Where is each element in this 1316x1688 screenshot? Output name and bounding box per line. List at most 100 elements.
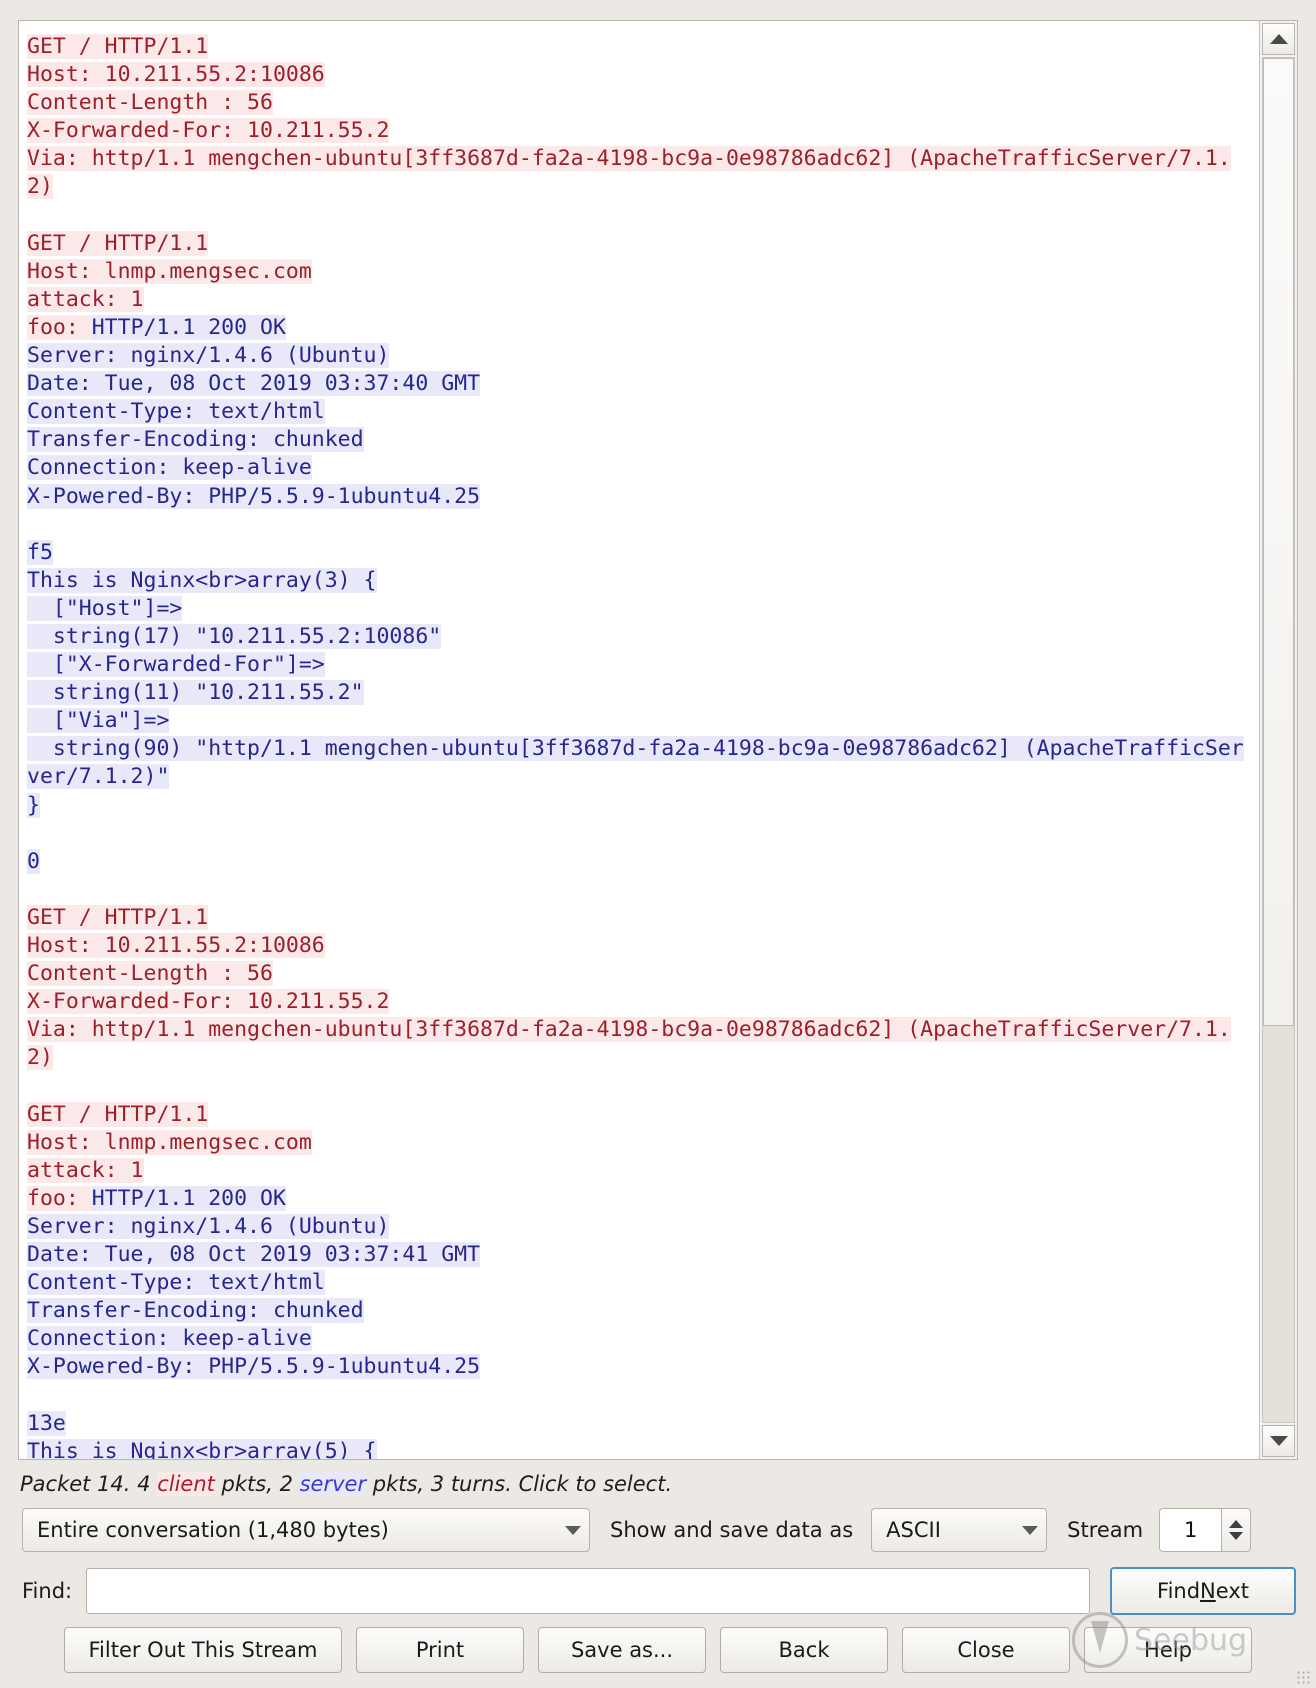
stream-content-panel: GET / HTTP/1.1 Host: 10.211.55.2:10086 Con… <box>18 20 1298 1460</box>
stream-number-value: 1 <box>1183 1518 1198 1542</box>
server-text-segment: string(90) "http/1.1 mengchen-ubuntu[3ff… <box>27 736 1244 790</box>
vertical-scrollbar[interactable] <box>1259 21 1297 1459</box>
find-next-button[interactable]: Find Next <box>1110 1567 1296 1615</box>
server-text-segment: X-Powered-By: PHP/5.5.9-1ubuntu4.25 <box>27 483 481 509</box>
filter-out-this-stream-button[interactable]: Filter Out This Stream <box>64 1627 342 1673</box>
stream-line: GET / HTTP/1.1 <box>27 1101 1253 1129</box>
stepper-up-icon[interactable] <box>1229 1520 1244 1528</box>
find-input[interactable] <box>86 1568 1090 1614</box>
client-text-segment: attack: 1 <box>27 1157 144 1183</box>
server-text-segment: } <box>27 792 40 818</box>
server-text-segment: 0 <box>27 848 40 874</box>
server-text-segment: Date: Tue, 08 Oct 2019 03:37:40 GMT <box>27 371 481 397</box>
server-text-segment: f5 <box>27 539 53 565</box>
stream-line: Date: Tue, 08 Oct 2019 03:37:41 GMT <box>27 1241 1253 1269</box>
server-text-segment: This is Nginx<br>array(3) { <box>27 567 377 593</box>
server-text-segment: ["Via"]=> <box>27 708 170 734</box>
server-text-segment: string(11) "10.211.55.2" <box>27 680 364 706</box>
stream-text-area[interactable]: GET / HTTP/1.1 Host: 10.211.55.2:10086 Con… <box>19 21 1259 1459</box>
status-client-word: client <box>157 1472 215 1496</box>
stream-label: Stream <box>1067 1518 1144 1542</box>
server-text-segment: 13e <box>27 1410 66 1436</box>
find-row: Find: Find Next <box>22 1567 1296 1615</box>
stream-line: Host: lnmp.mengsec.com <box>27 258 1253 286</box>
dialog-button-row: Filter Out This Stream Print Save as... … <box>0 1627 1316 1673</box>
stream-line: Content-Length : 56 <box>27 960 1253 988</box>
stream-line: Date: Tue, 08 Oct 2019 03:37:40 GMT <box>27 370 1253 398</box>
client-text-segment: Content-Length : 56 <box>27 961 273 987</box>
stream-line: string(17) "10.211.55.2:10086" <box>27 623 1253 651</box>
show-save-data-as-label: Show and save data as <box>610 1518 854 1542</box>
close-button[interactable]: Close <box>902 1627 1070 1673</box>
scroll-up-button[interactable] <box>1262 23 1295 55</box>
client-text-segment: foo: <box>27 1185 92 1211</box>
back-button[interactable]: Back <box>720 1627 888 1673</box>
stream-line: ["Via"]=> <box>27 707 1253 735</box>
stream-line <box>27 1382 1253 1410</box>
scrollbar-trough[interactable] <box>1262 57 1295 1423</box>
chevron-down-icon <box>565 1525 581 1535</box>
find-next-prefix: Find <box>1157 1579 1201 1603</box>
stream-line: Transfer-Encoding: chunked <box>27 1297 1253 1325</box>
save-as-button[interactable]: Save as... <box>538 1627 706 1673</box>
arrow-down-icon <box>1269 1436 1288 1446</box>
stream-line: X-Forwarded-For: 10.211.55.2 <box>27 988 1253 1016</box>
stream-line: Content-Type: text/html <box>27 398 1253 426</box>
stream-line: This is Nginx<br>array(3) { <box>27 567 1253 595</box>
resize-grip[interactable] <box>1296 1670 1310 1684</box>
client-text-segment: attack: 1 <box>27 286 144 312</box>
stream-options-row: Entire conversation (1,480 bytes) Show a… <box>22 1508 1296 1552</box>
stream-line: X-Forwarded-For: 10.211.55.2 <box>27 117 1253 145</box>
stream-line: GET / HTTP/1.1 <box>27 33 1253 61</box>
stream-status-text[interactable]: Packet 14. 4 client pkts, 2 server pkts,… <box>20 1472 672 1496</box>
print-button[interactable]: Print <box>356 1627 524 1673</box>
stream-number-input[interactable]: 1 <box>1159 1508 1222 1552</box>
client-text-segment: Host: lnmp.mengsec.com <box>27 1129 312 1155</box>
stream-line: } <box>27 792 1253 820</box>
client-text-segment: Host: lnmp.mengsec.com <box>27 258 312 284</box>
stream-number-stepper[interactable] <box>1221 1508 1252 1552</box>
conversation-select-value: Entire conversation (1,480 bytes) <box>37 1518 389 1542</box>
server-text-segment: Transfer-Encoding: chunked <box>27 1298 364 1324</box>
server-text-segment: Content-Type: text/html <box>27 1270 325 1296</box>
status-suffix: pkts, 3 turns. Click to select. <box>366 1472 673 1496</box>
client-text-segment: Host: 10.211.55.2:10086 <box>27 62 325 88</box>
stream-line: foo: HTTP/1.1 200 OK <box>27 314 1253 342</box>
find-next-mnemonic: N <box>1200 1579 1216 1603</box>
stream-line <box>27 1072 1253 1100</box>
help-button[interactable]: Help <box>1084 1627 1252 1673</box>
client-text-segment: Via: http/1.1 mengchen-ubuntu[3ff3687d-f… <box>27 1017 1231 1071</box>
conversation-select[interactable]: Entire conversation (1,480 bytes) <box>22 1508 590 1552</box>
stream-line <box>27 511 1253 539</box>
stream-line <box>27 820 1253 848</box>
client-text-segment: foo: <box>27 314 92 340</box>
stream-line: attack: 1 <box>27 286 1253 314</box>
stream-line: X-Powered-By: PHP/5.5.9-1ubuntu4.25 <box>27 1353 1253 1381</box>
stream-line: ["X-Forwarded-For"]=> <box>27 651 1253 679</box>
status-mid: pkts, 2 <box>214 1472 300 1496</box>
stream-line: Connection: keep-alive <box>27 454 1253 482</box>
chevron-down-icon <box>1022 1525 1039 1535</box>
stream-line: Transfer-Encoding: chunked <box>27 426 1253 454</box>
stream-line: X-Powered-By: PHP/5.5.9-1ubuntu4.25 <box>27 483 1253 511</box>
data-format-select[interactable]: ASCII <box>871 1508 1048 1552</box>
client-text-segment: GET / HTTP/1.1 <box>27 904 209 930</box>
server-text-segment: ["X-Forwarded-For"]=> <box>27 652 325 678</box>
stream-line: attack: 1 <box>27 1157 1253 1185</box>
stream-line: 0 <box>27 848 1253 876</box>
stepper-down-icon[interactable] <box>1229 1532 1244 1540</box>
server-text-segment: Server: nginx/1.4.6 (Ubuntu) <box>27 1213 390 1239</box>
stream-line <box>27 876 1253 904</box>
server-text-segment: Connection: keep-alive <box>27 455 312 481</box>
scrollbar-thumb[interactable] <box>1263 58 1294 1027</box>
scroll-down-button[interactable] <box>1262 1425 1295 1457</box>
find-label: Find: <box>22 1579 73 1603</box>
follow-tcp-stream-dialog: GET / HTTP/1.1 Host: 10.211.55.2:10086 Con… <box>0 0 1316 1688</box>
server-text-segment: string(17) "10.211.55.2:10086" <box>27 623 442 649</box>
stream-line: Server: nginx/1.4.6 (Ubuntu) <box>27 342 1253 370</box>
find-next-suffix: ext <box>1215 1579 1249 1603</box>
stream-line: Host: 10.211.55.2:10086 <box>27 61 1253 89</box>
stream-line: Content-Type: text/html <box>27 1269 1253 1297</box>
status-server-word: server <box>299 1472 367 1496</box>
client-text-segment: X-Forwarded-For: 10.211.55.2 <box>27 989 390 1015</box>
